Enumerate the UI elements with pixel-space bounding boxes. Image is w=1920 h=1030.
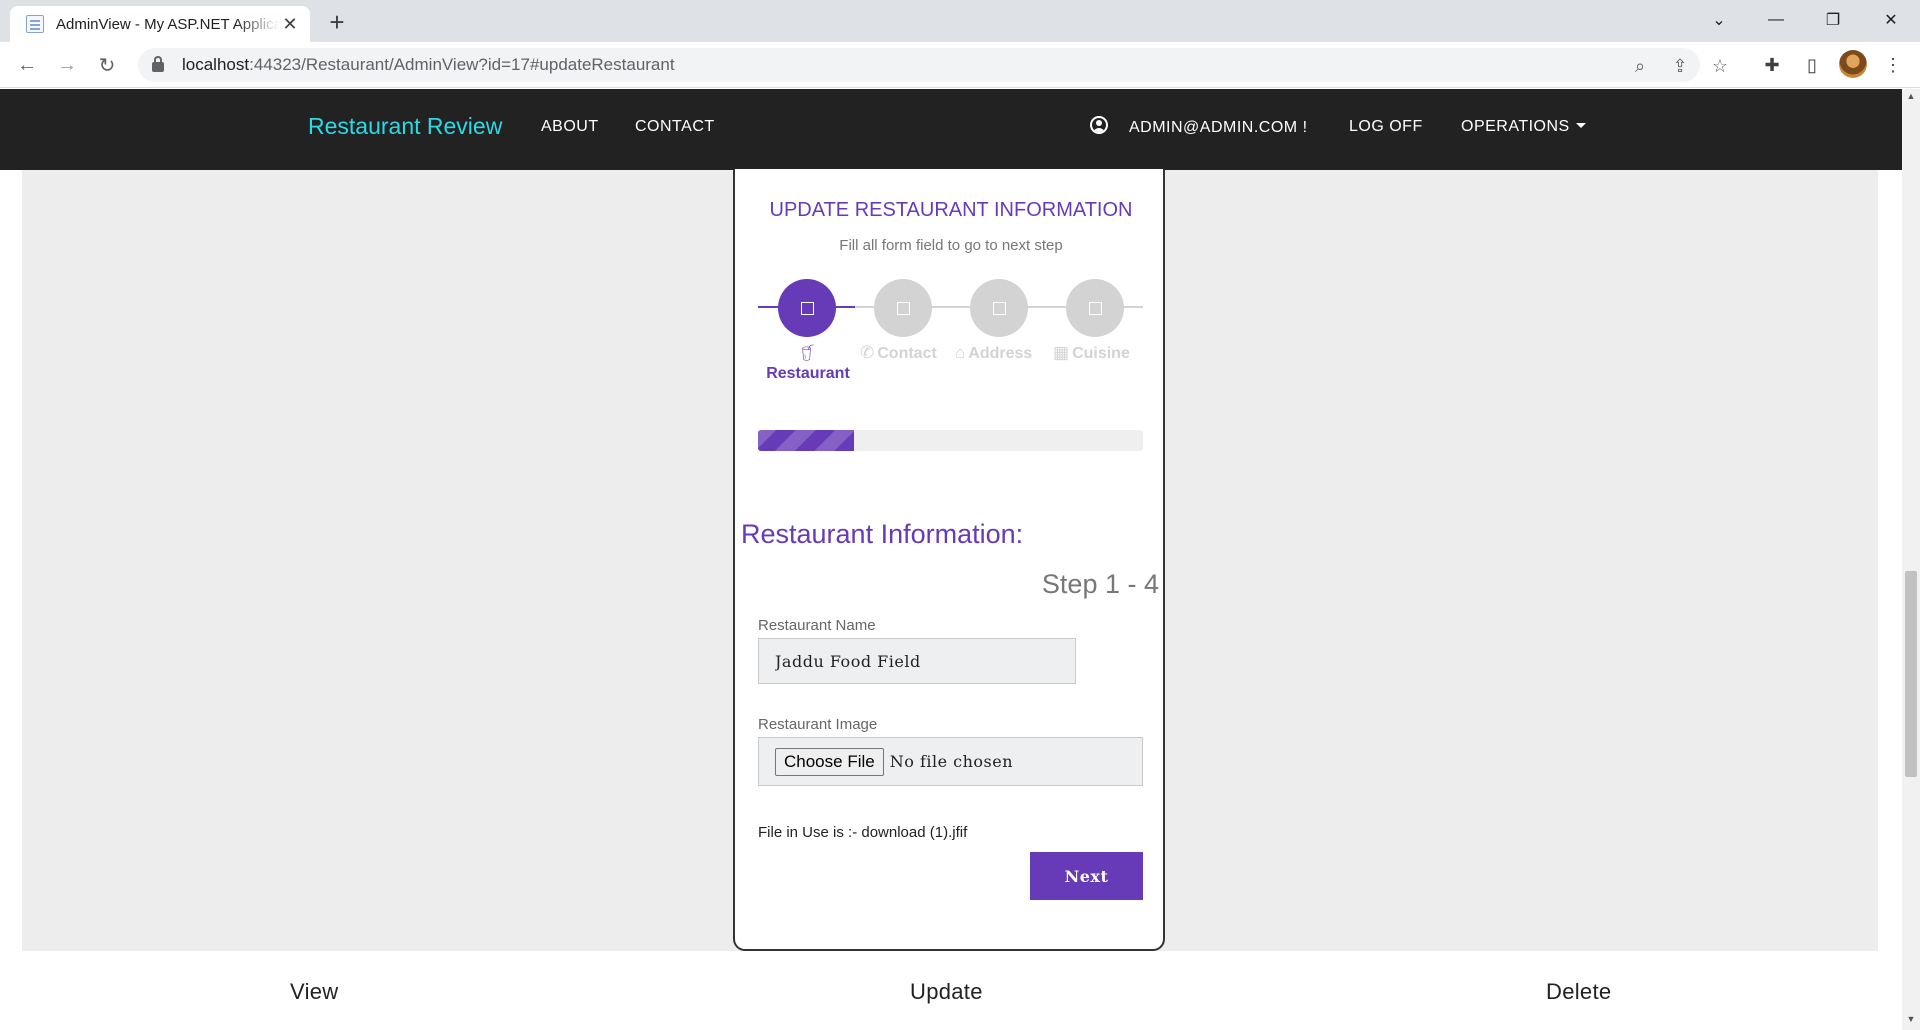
step-circle-cuisine[interactable] xyxy=(1066,279,1124,337)
drink-icon: 🥤︎ xyxy=(797,345,819,362)
back-icon[interactable]: ← xyxy=(12,50,42,80)
restaurant-name-label: Restaurant Name xyxy=(758,617,876,634)
zoom-icon[interactable]: ⌕ xyxy=(1628,54,1652,78)
action-footer: View Update Delete xyxy=(0,951,1902,1030)
progress-bar xyxy=(758,430,1143,451)
site-navbar: Restaurant Review ABOUT CONTACT ADMIN@AD… xyxy=(0,89,1902,170)
square-icon xyxy=(800,301,814,315)
scrollbar-thumb[interactable] xyxy=(1905,571,1917,777)
close-tab-icon[interactable]: ✕ xyxy=(280,14,300,34)
restaurant-image-label: Restaurant Image xyxy=(758,716,878,733)
page-scrollbar[interactable]: ▲ ▼ xyxy=(1902,89,1920,1030)
menu-kebab-icon[interactable]: ⋮ xyxy=(1880,52,1906,78)
square-icon xyxy=(1088,301,1102,315)
next-button[interactable]: Next xyxy=(1030,852,1143,900)
section-title: Restaurant Information: xyxy=(741,519,1024,549)
phone-icon: ✆ xyxy=(860,343,875,362)
nav-contact[interactable]: CONTACT xyxy=(635,118,715,136)
scroll-down-icon[interactable]: ▼ xyxy=(1906,1014,1916,1028)
step-circle-address[interactable] xyxy=(970,279,1028,337)
restore-icon[interactable]: ❐ xyxy=(1808,0,1858,40)
caret-down-icon xyxy=(1575,123,1586,128)
user-icon xyxy=(1090,116,1108,134)
browser-tab[interactable]: AdminView - My ASP.NET Application ✕ xyxy=(10,6,310,42)
file-in-use-text: File in Use is :- download (1).jfif xyxy=(758,824,968,841)
tab-search-chevron-icon[interactable]: ⌄ xyxy=(1694,0,1744,40)
restaurant-image-file-input[interactable]: Choose File No file chosen xyxy=(758,737,1143,786)
lock-icon[interactable] xyxy=(152,56,164,72)
scroll-up-icon[interactable]: ▲ xyxy=(1906,91,1916,105)
profile-avatar[interactable] xyxy=(1839,50,1867,78)
page-favicon-icon xyxy=(26,15,44,33)
brand-link[interactable]: Restaurant Review xyxy=(308,113,502,140)
step-contact: ✆ Contact xyxy=(860,343,937,362)
new-tab-icon[interactable]: + xyxy=(322,7,352,37)
step-restaurant: 🥤︎ Restaurant xyxy=(760,343,856,383)
home-icon: ⌂ xyxy=(955,343,966,362)
delete-link[interactable]: Delete xyxy=(1546,979,1611,1005)
progress-bar-fill xyxy=(758,430,855,451)
step-circle-restaurant[interactable] xyxy=(778,279,836,337)
step-address: ⌂ Address xyxy=(955,343,1033,362)
square-icon xyxy=(992,301,1006,315)
extensions-icon[interactable]: ✚ xyxy=(1759,52,1785,78)
form-title: UPDATE RESTAURANT INFORMATION xyxy=(769,199,1133,221)
close-window-icon[interactable]: ✕ xyxy=(1866,0,1916,40)
bookmark-star-icon[interactable]: ☆ xyxy=(1708,54,1732,78)
square-icon xyxy=(896,301,910,315)
url-text: localhost:44323/Restaurant/AdminView?id=… xyxy=(182,55,675,74)
update-form-card: UPDATE RESTAURANT INFORMATION Fill all f… xyxy=(733,169,1165,951)
nav-operations[interactable]: OPERATIONS xyxy=(1461,118,1586,136)
side-panel-icon[interactable]: ▯ xyxy=(1799,52,1825,78)
forward-icon[interactable]: → xyxy=(52,50,82,80)
restaurant-name-input[interactable] xyxy=(758,638,1076,684)
update-link[interactable]: Update xyxy=(910,979,983,1005)
nav-about[interactable]: ABOUT xyxy=(541,118,599,136)
view-link[interactable]: View xyxy=(290,979,339,1005)
minimize-icon[interactable]: — xyxy=(1751,0,1801,40)
table-icon: ▦ xyxy=(1053,343,1070,362)
address-bar[interactable]: localhost:44323/Restaurant/AdminView?id=… xyxy=(138,48,1728,82)
step-count: Step 1 - 4 xyxy=(1041,569,1159,599)
step-circle-contact[interactable] xyxy=(874,279,932,337)
share-icon[interactable]: ⇪ xyxy=(1668,54,1692,78)
page-viewport: Restaurant Review ABOUT CONTACT ADMIN@AD… xyxy=(0,89,1920,1030)
file-status: No file chosen xyxy=(889,752,1014,771)
choose-file-button[interactable]: Choose File xyxy=(775,747,884,776)
step-cuisine: ▦ Cuisine xyxy=(1053,343,1130,362)
browser-tabstrip: AdminView - My ASP.NET Application ✕ + ⌄… xyxy=(0,0,1920,42)
form-subtitle: Fill all form field to go to next step xyxy=(839,237,1063,254)
browser-toolbar: ← → ↻ localhost:44323/Restaurant/AdminVi… xyxy=(0,42,1920,88)
reload-icon[interactable]: ↻ xyxy=(92,50,122,80)
nav-user[interactable]: ADMIN@ADMIN.COM ! xyxy=(1129,119,1308,137)
nav-logoff[interactable]: LOG OFF xyxy=(1349,118,1423,136)
tab-title: AdminView - My ASP.NET Application xyxy=(56,15,280,33)
